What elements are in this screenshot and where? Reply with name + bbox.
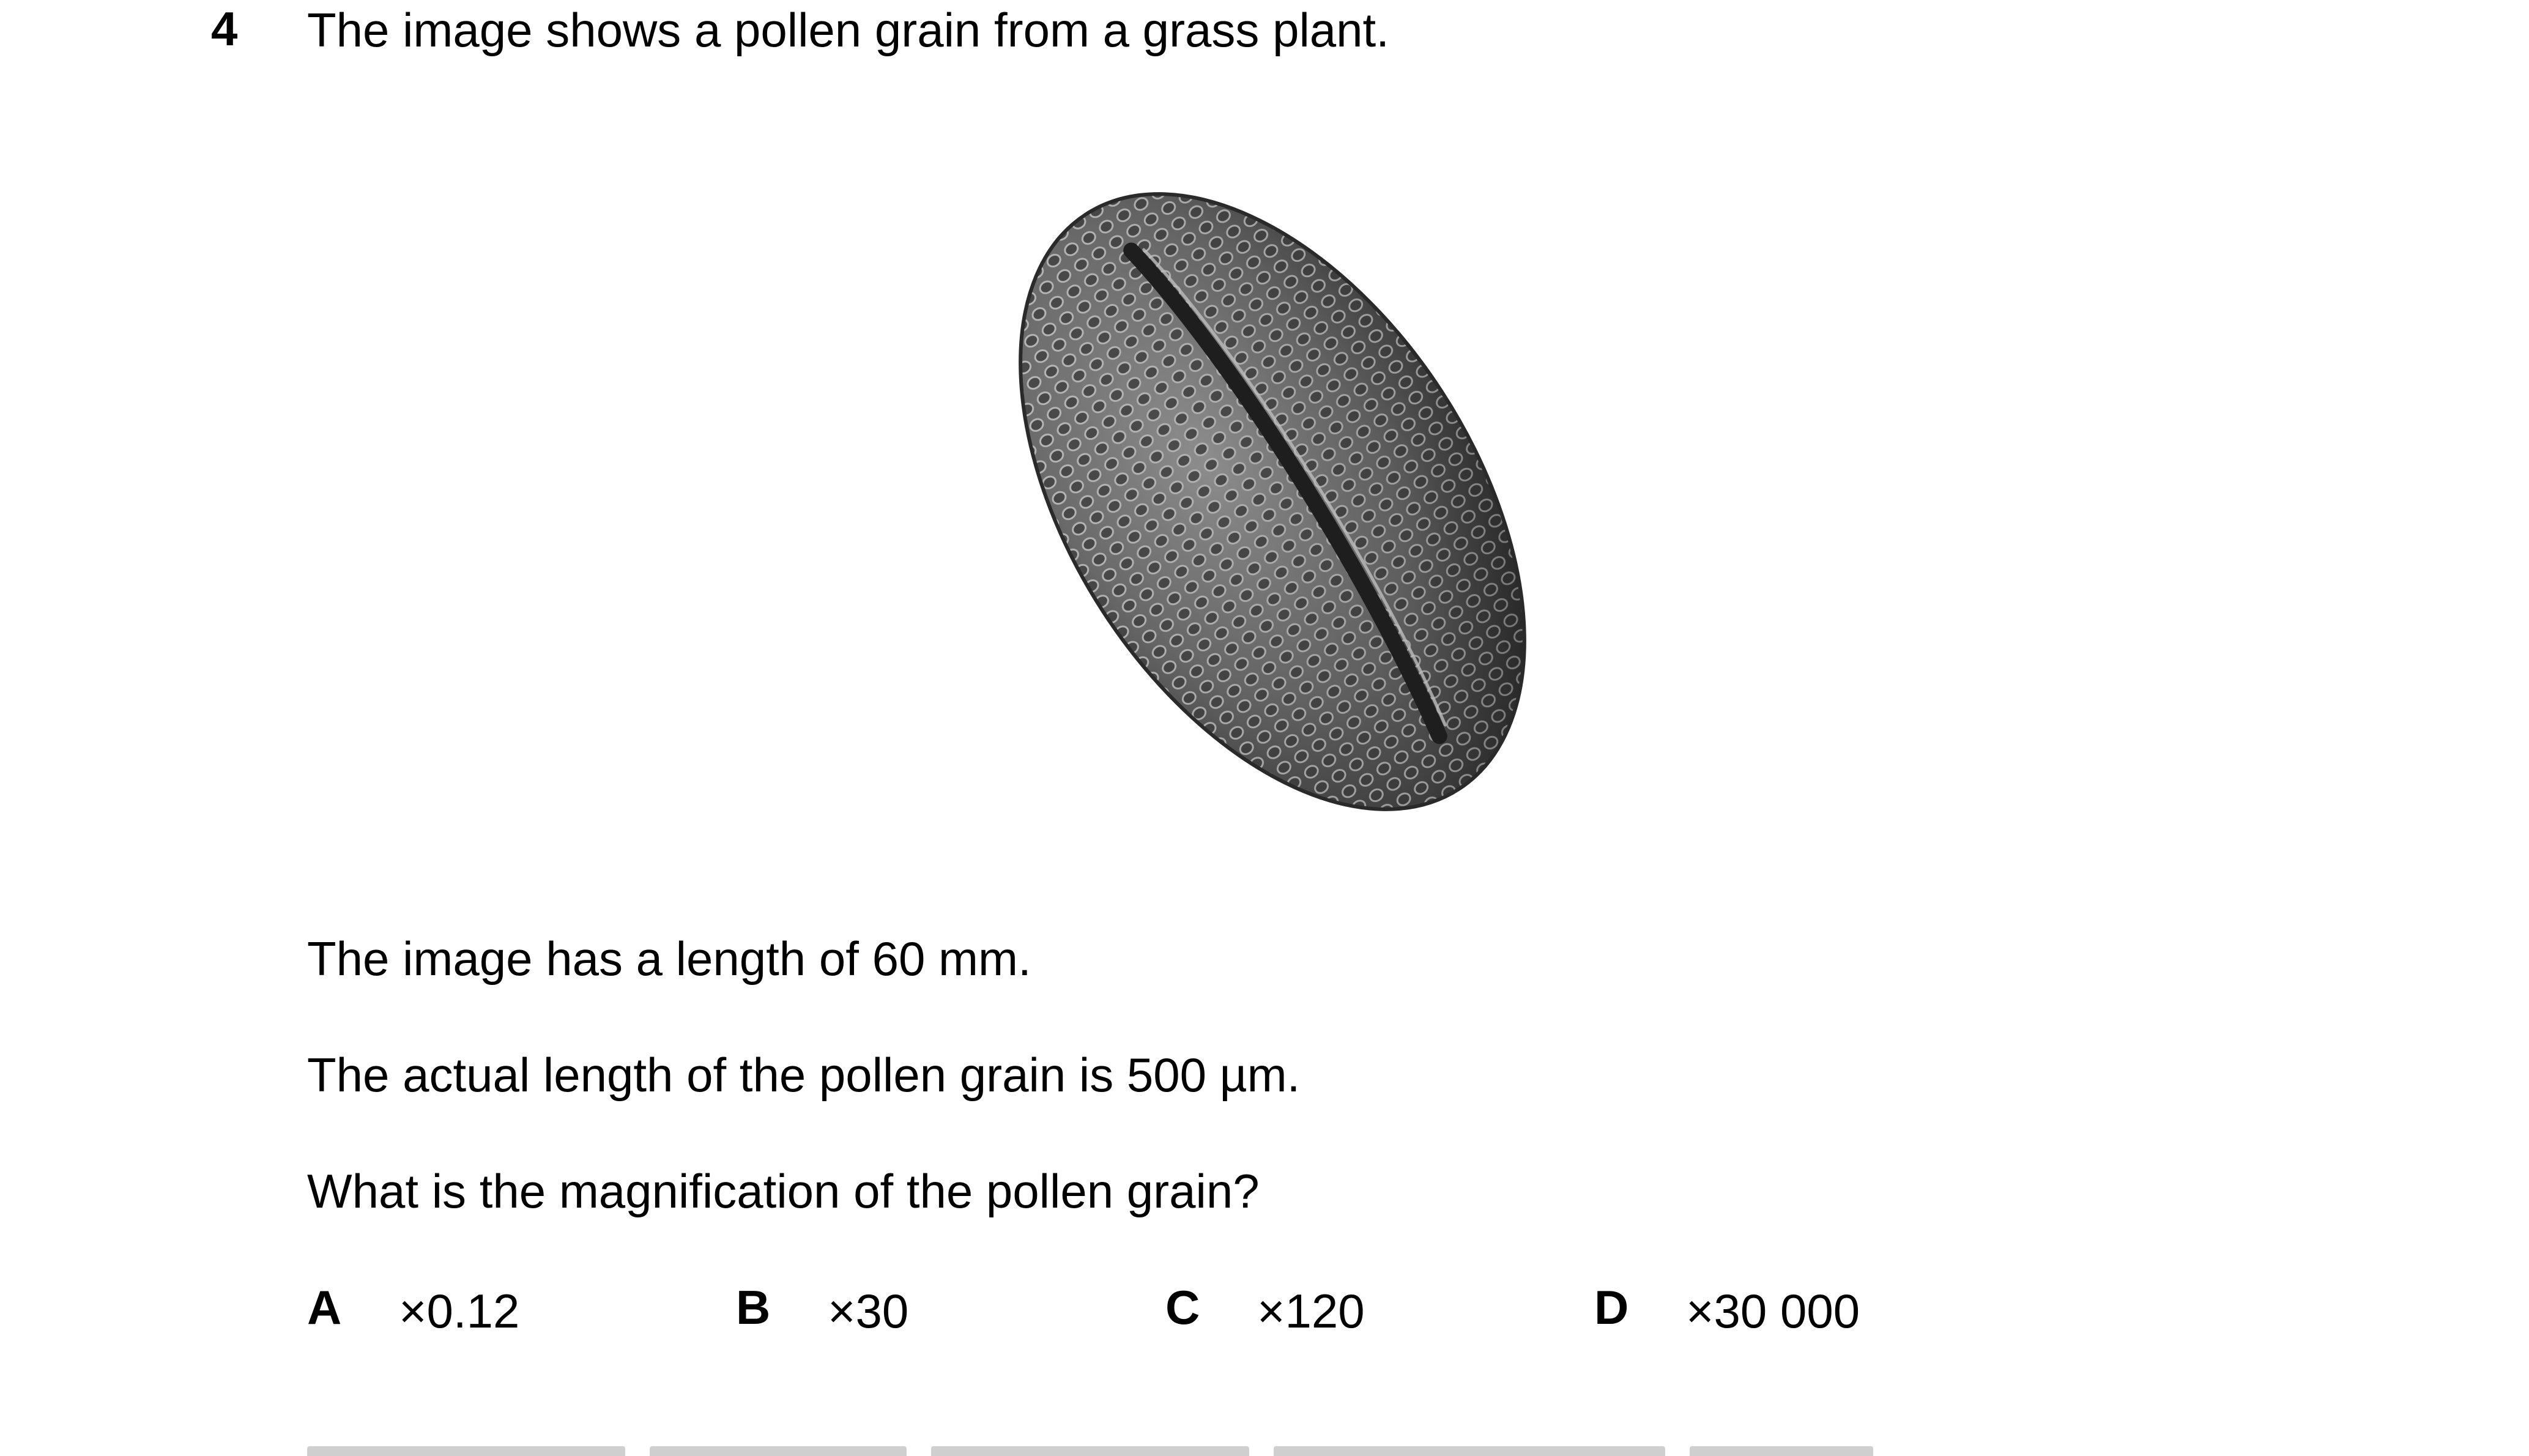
option-c-value[interactable]: ×120 (1257, 1287, 1365, 1335)
question-stem: The image shows a pollen grain from a gr… (307, 3, 1389, 57)
option-d-value[interactable]: ×30 000 (1686, 1287, 1860, 1335)
option-b-value[interactable]: ×30 (828, 1287, 908, 1335)
exam-page: 4 The image shows a pollen grain from a … (0, 0, 2529, 1456)
next-question-cutoff-text (307, 1438, 1898, 1456)
option-c-letter[interactable]: C (1165, 1283, 1200, 1331)
pollen-grain-image (979, 153, 1578, 850)
image-length-statement: The image has a length of 60 mm. (307, 932, 1031, 986)
option-d-letter[interactable]: D (1594, 1283, 1628, 1331)
question-prompt: What is the magnification of the pollen … (307, 1164, 1260, 1218)
actual-length-statement: The actual length of the pollen grain is… (307, 1048, 1301, 1102)
option-b-letter[interactable]: B (736, 1283, 770, 1331)
option-a-letter[interactable]: A (307, 1283, 341, 1331)
question-number: 4 (211, 2, 238, 56)
option-a-value[interactable]: ×0.12 (399, 1287, 519, 1335)
